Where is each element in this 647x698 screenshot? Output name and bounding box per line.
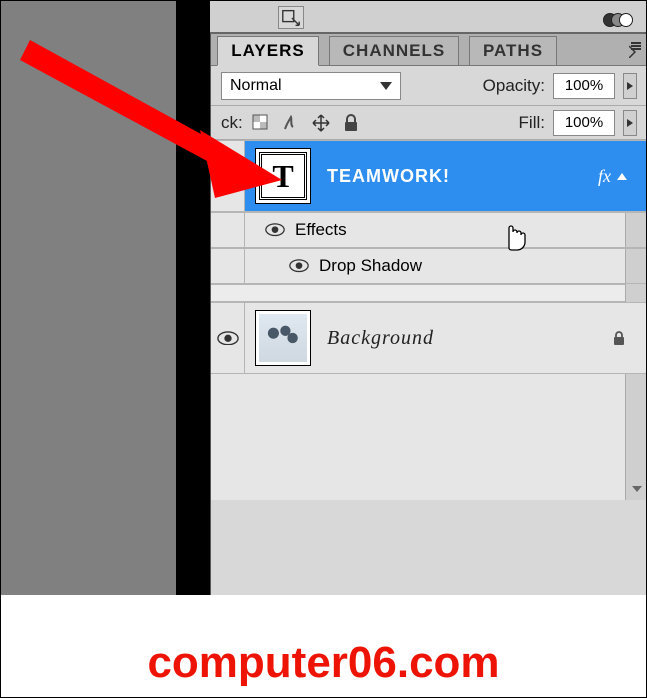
opacity-flyout-icon[interactable] (623, 73, 637, 99)
blend-opacity-row: Normal Opacity: 100% (211, 66, 647, 106)
commit-transform-button[interactable] (278, 6, 304, 29)
watermark-text: computer06.com (0, 638, 647, 688)
layer-thumbnail-image[interactable] (255, 310, 311, 366)
lock-icon (611, 330, 627, 346)
tab-paths[interactable]: PATHS (469, 36, 557, 66)
tab-channels[interactable]: CHANNELS (329, 36, 459, 66)
layer-effects-row[interactable]: Effects (211, 212, 647, 248)
layer-row-teamwork[interactable]: T TEAMWORK! fx (211, 140, 647, 212)
layer-thumbnail-text[interactable]: T (255, 148, 311, 204)
lock-image-icon[interactable] (281, 113, 301, 133)
visibility-eye-icon[interactable] (265, 223, 285, 236)
fill-label: Fill: (519, 113, 545, 133)
layer-name[interactable]: TEAMWORK! (327, 166, 450, 187)
options-bar (210, 0, 647, 34)
effects-label: Effects (295, 220, 347, 240)
lock-fill-row: ck: Fill: 100% (211, 106, 647, 140)
visibility-eye-icon[interactable] (289, 259, 309, 272)
fill-input[interactable]: 100% (553, 110, 615, 136)
layer-fx-indicator[interactable]: fx (598, 166, 627, 187)
layer-effect-dropshadow[interactable]: Drop Shadow (211, 248, 647, 284)
fill-flyout-icon[interactable] (623, 110, 637, 136)
layers-panel: LAYERS CHANNELS PATHS Normal Opacity: 10… (210, 34, 647, 595)
canvas-area (0, 0, 210, 595)
opacity-input[interactable]: 100% (553, 73, 615, 99)
lock-label: ck: (221, 113, 243, 133)
visibility-eye-icon[interactable] (217, 331, 239, 346)
type-layer-icon: T (259, 152, 307, 200)
fx-label: fx (598, 166, 611, 187)
blend-mode-value: Normal (230, 77, 282, 95)
color-swatches-icon[interactable] (603, 11, 635, 29)
lock-all-icon[interactable] (341, 113, 361, 133)
drop-shadow-label: Drop Shadow (319, 256, 422, 276)
fx-collapse-icon (617, 173, 627, 180)
visibility-eye-icon[interactable] (217, 169, 239, 184)
panel-menu-icon[interactable] (629, 42, 641, 58)
tab-layers[interactable]: LAYERS (217, 36, 319, 66)
chevron-down-icon (380, 82, 392, 90)
layer-row-background[interactable]: Background (211, 302, 647, 374)
lock-transparent-icon[interactable] (251, 113, 271, 133)
layer-list: T TEAMWORK! fx Effects Drop Shadow (211, 140, 647, 500)
blend-mode-select[interactable]: Normal (221, 72, 401, 100)
lock-position-icon[interactable] (311, 113, 331, 133)
panel-tabs: LAYERS CHANNELS PATHS (211, 34, 647, 66)
layer-name[interactable]: Background (327, 327, 434, 350)
opacity-label: Opacity: (483, 76, 545, 96)
